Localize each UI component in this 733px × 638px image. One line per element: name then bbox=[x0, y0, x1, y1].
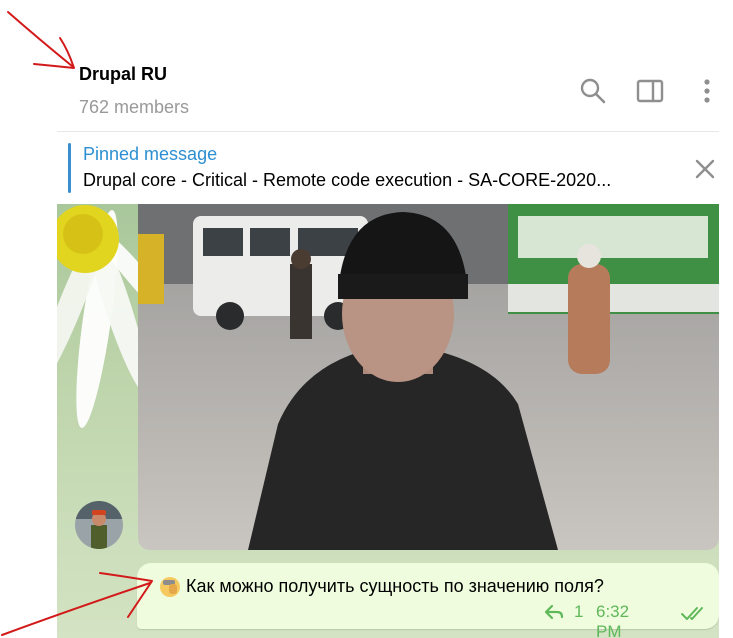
message-time: 6:32 PM bbox=[596, 602, 630, 638]
more-menu-button[interactable] bbox=[692, 76, 722, 106]
pinned-close-button[interactable] bbox=[693, 157, 717, 181]
close-icon bbox=[695, 159, 715, 179]
message-photo[interactable] bbox=[138, 204, 719, 550]
chat-messages-area[interactable]: Как можно получить сущность по значению … bbox=[57, 204, 719, 638]
message-text: Как можно получить сущность по значению … bbox=[186, 576, 604, 596]
message-bubble[interactable]: Как можно получить сущность по значению … bbox=[137, 563, 719, 638]
sender-avatar[interactable] bbox=[75, 501, 123, 549]
reply-icon[interactable] bbox=[544, 602, 564, 622]
pinned-text: Drupal core - Critical - Remote code exe… bbox=[83, 170, 612, 190]
search-icon bbox=[580, 78, 606, 104]
sidebar-toggle-icon bbox=[636, 79, 664, 103]
avatar-image bbox=[75, 501, 123, 549]
chat-header[interactable]: Drupal RU 762 members bbox=[57, 0, 719, 130]
photo-image bbox=[138, 204, 719, 550]
facepalm-emoji bbox=[160, 577, 180, 597]
wallpaper-daisy bbox=[57, 205, 147, 428]
pinned-label: Pinned message bbox=[83, 144, 218, 164]
pinned-message-bar[interactable]: Pinned message Drupal core - Critical - … bbox=[57, 132, 719, 204]
more-vertical-icon bbox=[704, 79, 710, 103]
member-count: 762 members bbox=[79, 97, 190, 117]
sidebar-toggle-button[interactable] bbox=[635, 76, 665, 106]
pinned-accent-bar bbox=[68, 143, 71, 193]
chat-title[interactable]: Drupal RU bbox=[79, 64, 167, 85]
reply-count[interactable]: 1 bbox=[574, 602, 583, 622]
double-check-icon bbox=[681, 607, 703, 620]
search-button[interactable] bbox=[578, 76, 608, 106]
